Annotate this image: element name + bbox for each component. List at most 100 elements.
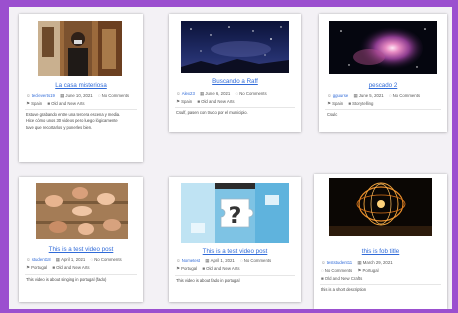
user-icon: ☺ (327, 93, 332, 98)
calendar-icon: ▦ (55, 257, 61, 262)
category-icon: ■ (47, 101, 51, 106)
post-excerpt: This video is about singing in portugal … (26, 277, 137, 283)
excerpt-line: Csulc (327, 112, 338, 117)
post-category[interactable]: Old and New Arts (51, 101, 84, 106)
post-taxonomy: ⚑Spain ■Old and New Arts (26, 100, 138, 108)
category-icon: ■ (348, 101, 352, 106)
divider (25, 274, 137, 275)
post-title[interactable]: pescado 2 (319, 82, 447, 89)
hands-photo-icon (36, 183, 128, 239)
post-card: This is a test video post ☺student18 ▦Ap… (19, 177, 143, 302)
category-icon: ■ (197, 99, 201, 104)
post-category[interactable]: Storytelling (352, 101, 373, 106)
calendar-icon: ▦ (353, 93, 358, 98)
post-date: June 6, 2021 (205, 91, 231, 96)
post-thumbnail[interactable] (181, 21, 289, 73)
user-icon: ☺ (26, 93, 31, 98)
post-author[interactable]: tecleverts19 (32, 93, 55, 98)
comment-icon: ◌ (235, 91, 239, 96)
post-thumbnail[interactable]: ? (181, 183, 289, 243)
nebula-photo-icon (329, 21, 437, 74)
post-language[interactable]: Spain (181, 99, 192, 104)
category-icon: ■ (321, 276, 324, 281)
post-category[interactable]: Old and New Arts (201, 99, 234, 104)
post-excerpt: This video is about fado in portugal (176, 278, 295, 284)
post-category[interactable]: Old and New Arts (206, 266, 239, 271)
category-icon: ■ (202, 266, 206, 271)
post-taxonomy: ⚑Portugal ■Old and New Arts (26, 264, 138, 272)
post-title[interactable]: La casa misteriosa (19, 82, 143, 89)
post-language[interactable]: Spain (31, 101, 42, 106)
post-comments[interactable]: No Comments (244, 258, 271, 263)
calendar-icon: ▦ (60, 93, 65, 98)
post-excerpt: Estuve grabando entre una tercera escena… (26, 112, 137, 131)
post-comments[interactable]: No Comments (325, 268, 352, 273)
comment-icon: ◌ (97, 93, 101, 98)
post-comments[interactable]: No Comments (94, 257, 121, 262)
divider (175, 275, 295, 276)
comment-icon: ◌ (90, 257, 94, 262)
post-thumbnail[interactable] (36, 183, 128, 239)
post-comments[interactable]: No Comments (239, 91, 266, 96)
excerpt-line: this is a short description (321, 287, 367, 292)
post-language[interactable]: Portugal (363, 268, 379, 273)
post-meta: ☺tecleverts19 ▦June 10, 2021 ◌No Comment… (26, 92, 138, 100)
post-author[interactable]: student18 (32, 257, 51, 262)
svg-text:?: ? (229, 204, 242, 229)
calendar-icon: ▦ (357, 260, 362, 265)
comment-icon: ◌ (321, 268, 324, 273)
excerpt-line: Csulf, pasen con truco por el municipio. (176, 110, 248, 115)
post-card: this is fob title ☺teststudent11 ▦March … (314, 174, 447, 309)
post-thumbnail[interactable] (38, 21, 122, 76)
post-title[interactable]: This is a test video post (169, 248, 301, 255)
post-author[interactable]: Alex23 (182, 91, 195, 96)
person-photo-icon (38, 21, 122, 76)
post-taxonomy: ■Old and New Crafts (321, 275, 442, 283)
post-thumbnail[interactable] (329, 21, 437, 74)
user-icon: ☺ (321, 260, 326, 265)
post-thumbnail[interactable] (329, 178, 432, 236)
post-meta: ☺gguurse ▦June 5, 2021 ◌No Comments (327, 92, 442, 100)
post-date: June 5, 2021 (358, 93, 384, 98)
post-card: La casa misteriosa ☺tecleverts19 ▦June 1… (19, 14, 143, 162)
post-excerpt: this is a short description (321, 287, 441, 293)
post-comments[interactable]: No Comments (393, 93, 420, 98)
divider (175, 107, 295, 108)
post-date: June 10, 2021 (65, 93, 93, 98)
divider (25, 109, 137, 110)
post-card: ? This is a test video post ☺Nometest ▦A… (169, 177, 301, 302)
flag-icon: ⚑ (176, 266, 181, 271)
post-taxonomy: ⚑Spain ■Storytelling (327, 100, 442, 108)
post-language[interactable]: Portugal (181, 266, 197, 271)
calendar-icon: ▦ (200, 91, 205, 96)
starry-sky-photo-icon (181, 21, 289, 73)
post-title[interactable]: this is fob title (314, 248, 447, 255)
flag-icon: ⚑ (26, 265, 31, 270)
post-meta-secondary: ◌No Comments ⚑Portugal (321, 267, 442, 275)
post-title[interactable]: Buscando a Raff (169, 78, 301, 85)
excerpt-line: tuve que recortarlos y ponerles bien. (26, 124, 93, 130)
light-painting-photo-icon (329, 178, 432, 236)
post-excerpt: Csulf, pasen con truco por el municipio. (176, 110, 295, 116)
post-taxonomy: ⚑Spain ■Old and New Arts (176, 98, 296, 106)
post-meta: ☺Nometest ▦April 1, 2021 ◌No Comments (176, 257, 296, 265)
divider (320, 284, 441, 285)
post-title[interactable]: This is a test video post (19, 246, 143, 253)
post-author[interactable]: Nometest (182, 258, 200, 263)
calendar-icon: ▦ (205, 258, 210, 263)
post-category[interactable]: Old and New Crafts (325, 276, 363, 281)
category-icon: ■ (52, 265, 56, 270)
post-language[interactable]: Portugal (31, 265, 47, 270)
post-comments[interactable]: No Comments (102, 93, 129, 98)
post-author[interactable]: teststudent11 (327, 260, 352, 265)
post-language[interactable]: Spain (332, 101, 343, 106)
flag-icon: ⚑ (26, 101, 31, 106)
post-author[interactable]: gguurse (333, 93, 349, 98)
comment-icon: ◌ (388, 93, 392, 98)
comment-icon: ◌ (239, 258, 243, 263)
user-icon: ☺ (176, 258, 181, 263)
blog-grid: La casa misteriosa ☺tecleverts19 ▦June 1… (9, 7, 452, 309)
post-category[interactable]: Old and New Arts (56, 265, 89, 270)
flag-icon: ⚑ (357, 268, 362, 273)
post-date: March 29, 2021 (362, 260, 393, 265)
